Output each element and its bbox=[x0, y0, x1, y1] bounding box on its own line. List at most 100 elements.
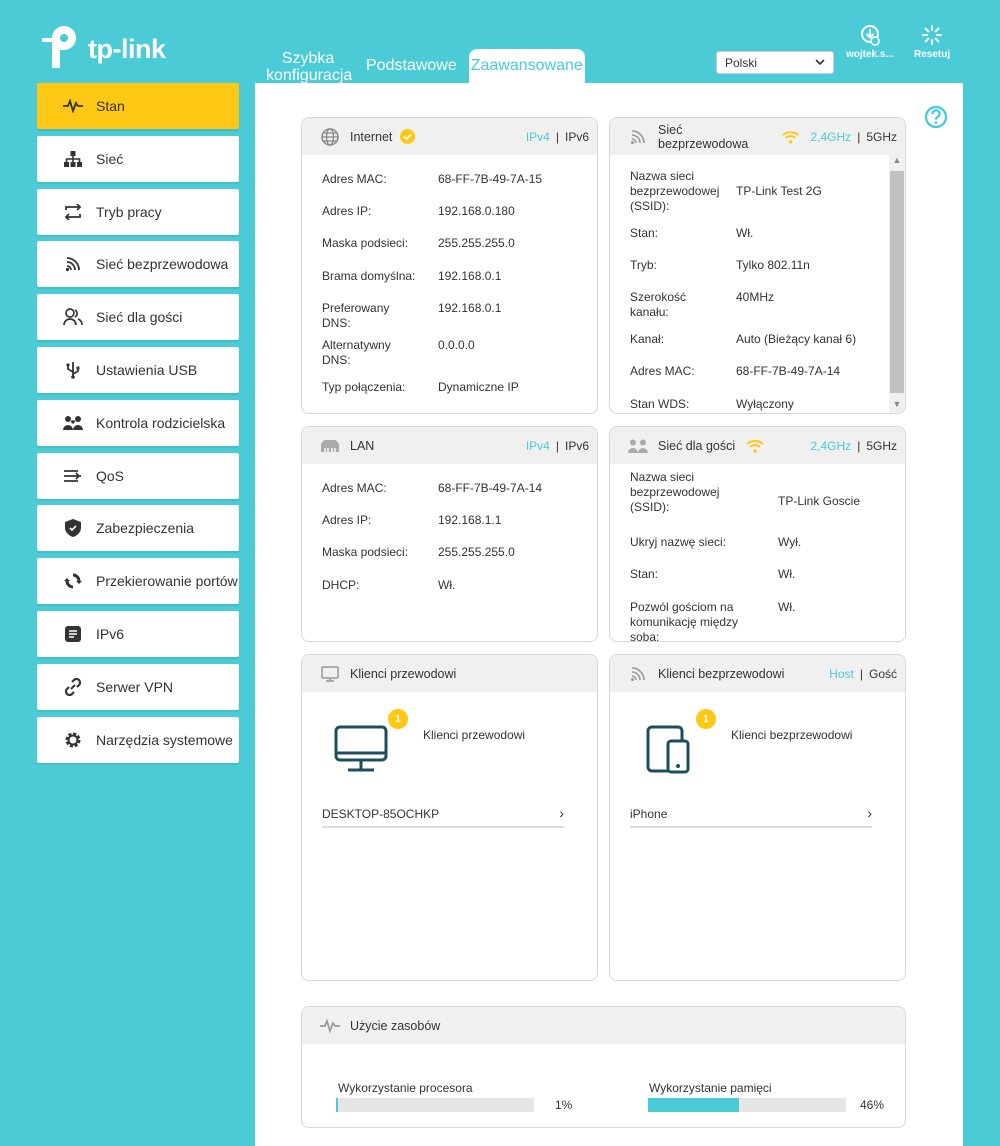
host-toggle[interactable]: Host bbox=[829, 667, 854, 681]
info-value: 192.168.0.1 bbox=[438, 269, 502, 283]
tab-quick-setup[interactable]: Szybka konfiguracja bbox=[258, 50, 358, 84]
wired-clients-title: Klienci przewodowi bbox=[350, 666, 457, 681]
usb-icon bbox=[63, 360, 83, 380]
wireless-card: Sieć bezprzewodowa 2,4GHz | 5GHz Nazwa sie… bbox=[609, 117, 906, 414]
info-row: Tryb: Tylko 802.11n bbox=[630, 258, 810, 273]
tab-basic[interactable]: Podstawowe bbox=[358, 57, 465, 84]
lan-title: LAN bbox=[350, 438, 375, 453]
sidebar-item-label: Zabezpieczenia bbox=[96, 520, 195, 537]
sidebar-item-label: Sieć dla gości bbox=[96, 309, 183, 326]
wifi-signal-icon bbox=[628, 664, 648, 684]
chevron-down-icon bbox=[815, 59, 825, 66]
info-row: Adres MAC: 68-FF-7B-49-7A-15 bbox=[322, 172, 542, 187]
wireless-card-header: Sieć bezprzewodowa 2,4GHz | 5GHz bbox=[610, 118, 905, 155]
sidebar-item-label: Sieć bezprzewodowa bbox=[96, 256, 229, 273]
lan-ipv6-toggle[interactable]: IPv6 bbox=[565, 439, 589, 453]
sidebar-item-network[interactable]: Sieć bbox=[37, 135, 239, 182]
sidebar-item-status[interactable]: Stan bbox=[37, 83, 239, 129]
sidebar-item-guest-network[interactable]: Sieć dla gości bbox=[37, 294, 239, 341]
info-key: Adres MAC: bbox=[322, 172, 387, 186]
sidebar-item-label: Stan bbox=[96, 98, 125, 114]
sidebar-item-label: QoS bbox=[96, 467, 125, 484]
ipv6-toggle[interactable]: IPv6 bbox=[565, 130, 589, 144]
sidebar-item-label: Serwer VPN bbox=[96, 678, 174, 695]
info-key: Kanał: bbox=[630, 332, 665, 346]
scroll-thumb[interactable] bbox=[890, 171, 904, 393]
tablet-phone-icon bbox=[646, 725, 690, 774]
sidebar-item-parental-control[interactable]: Kontrola rodzicielska bbox=[37, 399, 239, 446]
info-value: TP-Link Goscie bbox=[778, 494, 861, 508]
globe-icon bbox=[320, 127, 340, 147]
guest-band-24ghz-toggle[interactable]: 2,4GHz bbox=[811, 439, 852, 453]
resource-usage-card: Użycie zasobów Wykorzystanie procesora 1… bbox=[301, 1006, 906, 1128]
desktop-computer-icon bbox=[334, 725, 388, 772]
info-value: 68-FF-7B-49-7A-14 bbox=[438, 481, 543, 495]
gear-icon bbox=[63, 730, 83, 750]
sidebar-item-label: Ustawienia USB bbox=[96, 361, 198, 378]
resource-usage-header: Użycie zasobów bbox=[302, 1007, 905, 1044]
internet-title: Internet bbox=[350, 129, 393, 144]
sidebar-item-operation-mode[interactable]: Tryb pracy bbox=[37, 188, 239, 235]
info-value: Wł. bbox=[778, 600, 796, 614]
user-button[interactable]: wojtek.s... bbox=[846, 24, 894, 60]
info-value: 255.255.255.0 bbox=[438, 545, 515, 559]
info-value: Wył. bbox=[778, 535, 802, 549]
wireless-client-item[interactable]: iPhone › bbox=[630, 806, 872, 828]
info-row: Ukryj nazwę sieci: Wył. bbox=[630, 535, 801, 550]
wifi-signal-icon bbox=[628, 127, 648, 147]
sidebar-item-label: Tryb pracy bbox=[96, 203, 162, 220]
info-key: Adres MAC: bbox=[630, 364, 695, 378]
sidebar-item-wireless[interactable]: Sieć bezprzewodowa bbox=[37, 241, 239, 288]
info-key: Preferowany DNS: bbox=[322, 301, 390, 330]
memory-usage-bar bbox=[648, 1098, 846, 1112]
parental-icon bbox=[63, 413, 83, 433]
wired-clients-header: Klienci przewodowi bbox=[302, 655, 597, 692]
band-24ghz-toggle[interactable]: 2,4GHz bbox=[811, 130, 852, 144]
info-key: Adres IP: bbox=[322, 204, 372, 218]
info-row: DHCP: Wł. bbox=[322, 578, 455, 593]
ipv4-toggle[interactable]: IPv4 bbox=[526, 130, 550, 144]
info-value: 40MHz bbox=[736, 290, 775, 304]
help-icon[interactable] bbox=[924, 105, 948, 134]
info-row: Preferowany DNS: 192.168.0.1 bbox=[322, 301, 501, 331]
sidebar-item-security[interactable]: Zabezpieczenia bbox=[37, 505, 239, 552]
wifi-icon bbox=[63, 254, 83, 274]
sidebar-item-usb[interactable]: Ustawienia USB bbox=[37, 346, 239, 393]
tab-advanced[interactable]: Zaawansowane bbox=[468, 49, 585, 84]
sidebar-item-vpn-server[interactable]: Serwer VPN bbox=[37, 663, 239, 710]
info-key: Adres IP: bbox=[322, 513, 372, 527]
scroll-down-icon[interactable]: ▼ bbox=[889, 399, 905, 413]
wifi-active-icon bbox=[782, 130, 800, 144]
info-value: TP-Link Test 2G bbox=[736, 184, 822, 198]
scroll-up-icon[interactable]: ▲ bbox=[889, 155, 905, 169]
info-key: Maska podsieci: bbox=[322, 545, 409, 559]
info-key: Adres MAC: bbox=[322, 481, 387, 495]
info-row: Maska podsieci: 255.255.255.0 bbox=[322, 236, 515, 251]
wired-clients-card: Klienci przewodowi 1 Klienci przewodowi … bbox=[301, 654, 598, 981]
guest-toggle[interactable]: Gość bbox=[869, 667, 897, 681]
lan-card-header: LAN IPv4 | IPv6 bbox=[302, 427, 597, 464]
info-value: 255.255.255.0 bbox=[438, 236, 515, 250]
shield-icon bbox=[63, 518, 83, 538]
user-download-icon bbox=[860, 25, 880, 46]
wired-client-item[interactable]: DESKTOP-85OCHKP › bbox=[322, 806, 564, 828]
monitor-icon bbox=[320, 664, 340, 684]
reset-button[interactable]: Resetuj bbox=[914, 24, 950, 60]
lan-ipv4-toggle[interactable]: IPv4 bbox=[526, 439, 550, 453]
sidebar-item-qos[interactable]: QoS bbox=[37, 452, 239, 499]
info-value: 192.168.1.1 bbox=[438, 513, 502, 527]
band-5ghz-toggle[interactable]: 5GHz bbox=[866, 130, 897, 144]
sidebar-item-system-tools[interactable]: Narzędzia systemowe bbox=[37, 716, 239, 763]
sidebar-item-label: Kontrola rodzicielska bbox=[96, 414, 226, 431]
guests-icon bbox=[63, 307, 83, 327]
memory-usage-fill bbox=[648, 1098, 740, 1112]
language-select[interactable]: Polski bbox=[716, 51, 834, 74]
info-key: Brama domyślna: bbox=[322, 269, 416, 283]
guest-band-5ghz-toggle[interactable]: 5GHz bbox=[866, 439, 897, 453]
wireless-scrollbar[interactable]: ▲ ▼ bbox=[889, 155, 905, 413]
sidebar-item-ipv6[interactable]: IPv6 bbox=[37, 610, 239, 657]
info-key: Pozwól gościom na komunikację między sob… bbox=[630, 600, 739, 642]
lan-info: Adres MAC: 68-FF-7B-49-7A-14 Adres IP: 192… bbox=[302, 464, 597, 592]
sidebar-item-port-forwarding[interactable]: Przekierowanie portów bbox=[37, 558, 239, 605]
info-key: Nazwa sieci bezprzewodowej (SSID): bbox=[630, 470, 720, 514]
